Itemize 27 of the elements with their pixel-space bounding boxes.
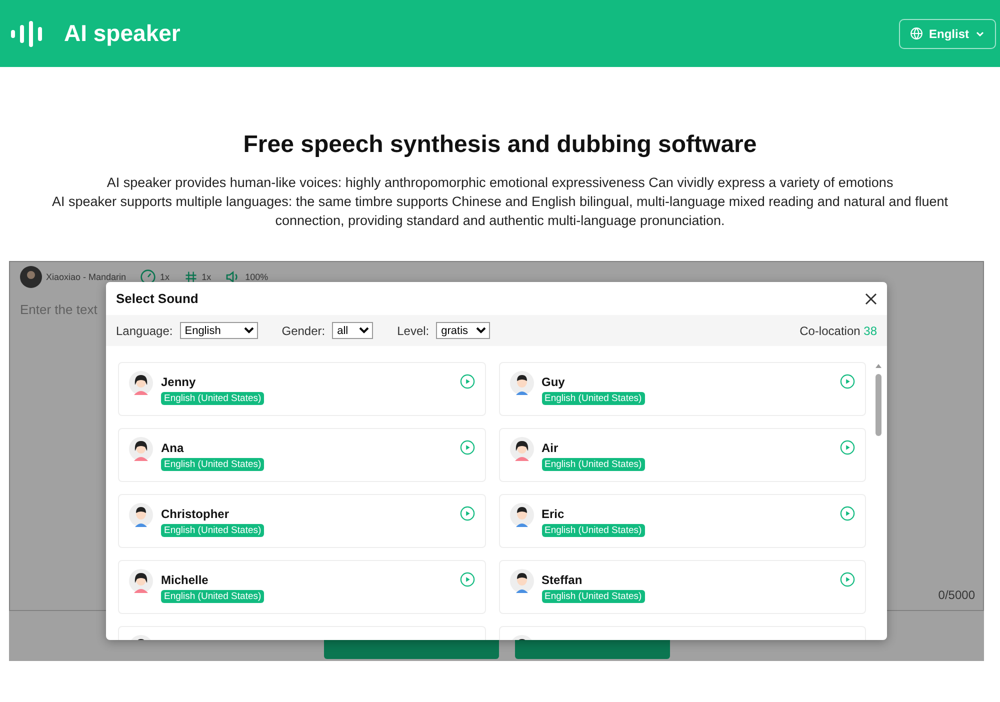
- intro-paragraph: AI speaker supports multiple languages: the same timbre supports Chinese and English bilingual, multi-language mixed reading and natural and fluent connection, providing standard and authentic multi-language pronunciation.: [50, 193, 950, 230]
- text-placeholder: Enter the text: [19, 301, 98, 319]
- voice-name: Ana: [161, 441, 185, 455]
- language-tag: English (United States): [542, 524, 645, 537]
- filter-label: Language:: [116, 324, 173, 338]
- voice-name: Jenny: [161, 375, 197, 389]
- logo-text: AI speaker: [64, 20, 180, 47]
- language-tag: English (United States): [161, 392, 264, 405]
- language-tag: English (United States): [542, 392, 645, 405]
- intro-paragraph: AI speaker provides human-like voices: highly anthropomorphic emotional expressiveness Can vividly express a variety of emotions: [106, 174, 894, 192]
- language-tag: English (United States): [161, 524, 264, 537]
- voice-name: Christopher: [161, 507, 230, 521]
- voice-name: Michelle: [161, 573, 210, 587]
- voice-count: Co-location 38: [800, 324, 877, 338]
- page-title: Free speech synthesis and dubbing software: [243, 131, 757, 159]
- voice-name: Eric: [542, 507, 566, 521]
- language-tag: English (United States): [542, 590, 645, 603]
- filter-label: Level:: [397, 324, 430, 338]
- voice-name: Guy: [542, 375, 566, 389]
- voice-name: Steffan: [542, 573, 584, 587]
- language-tag: English (United States): [542, 458, 645, 471]
- language-tag: English (United States): [161, 458, 264, 471]
- language-tag: English (United States): [161, 590, 264, 603]
- voice-name: Air: [542, 441, 560, 455]
- filter-label: Gender:: [282, 324, 326, 338]
- character-counter: 0/5000: [937, 587, 976, 604]
- dialog-title: Select Sound: [116, 291, 198, 306]
